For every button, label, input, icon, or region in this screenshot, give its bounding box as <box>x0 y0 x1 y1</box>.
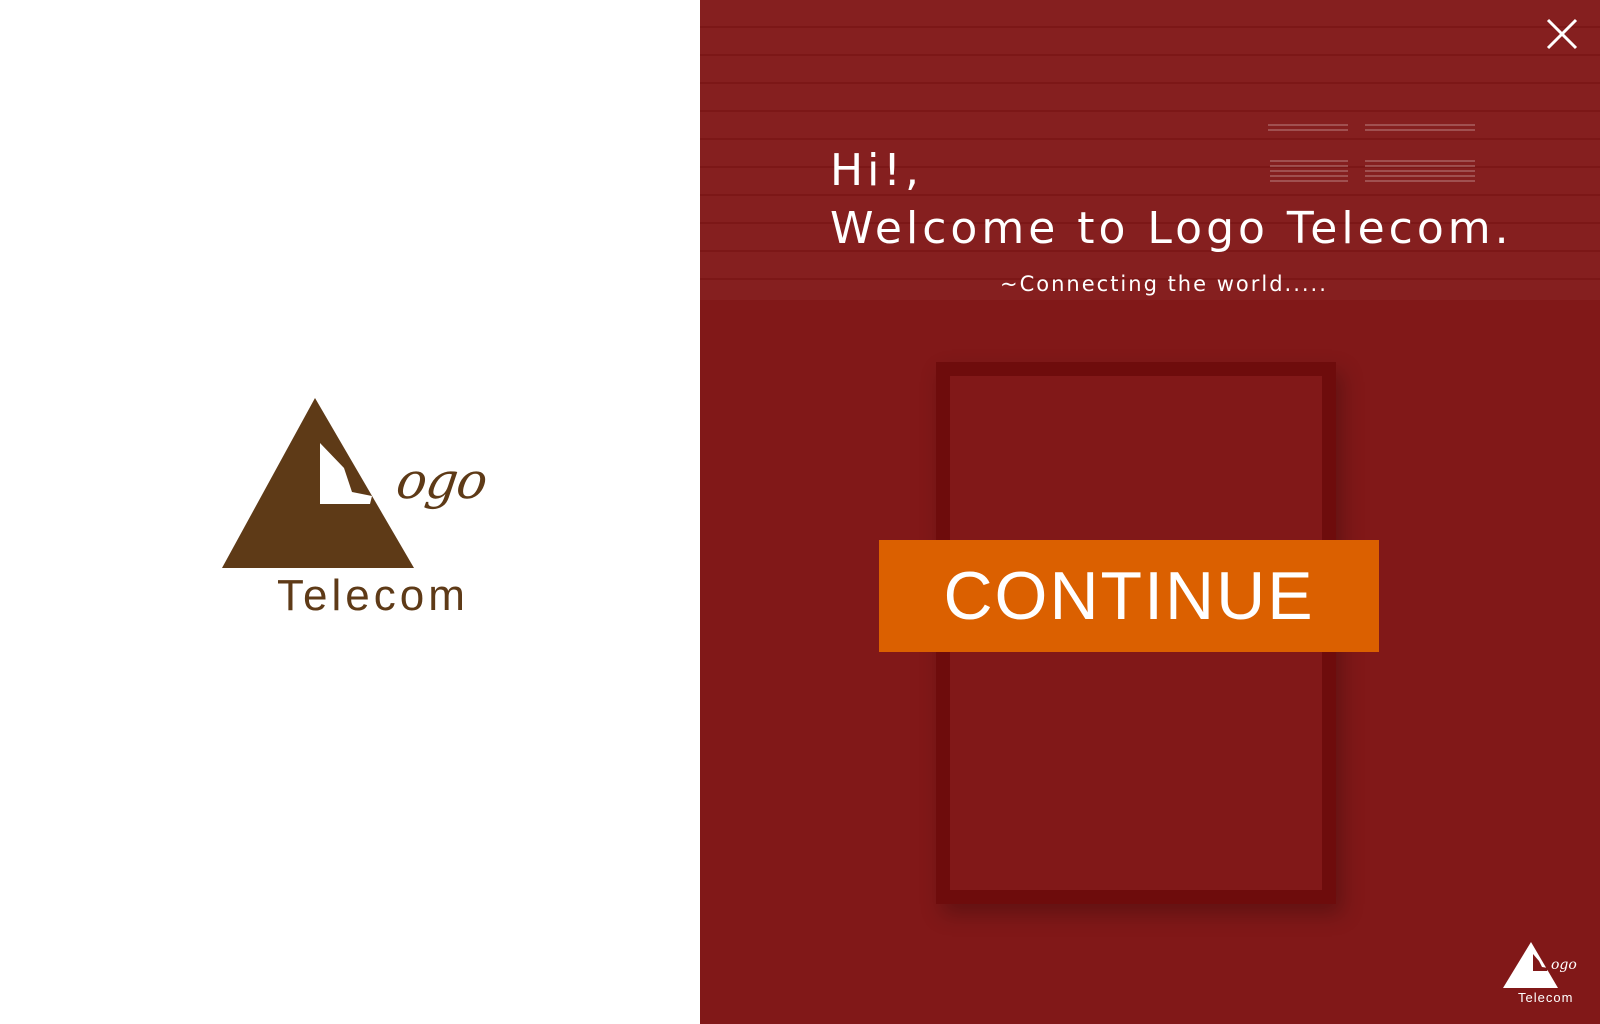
greeting-line: Hi!, <box>830 145 923 196</box>
brand-panel: ogo Telecom <box>0 0 700 1024</box>
mini-brand-script-text: ogo <box>1551 957 1577 973</box>
brand-wordmark: Telecom <box>277 571 469 620</box>
welcome-heading: Hi!, Welcome to Logo Telecom. <box>830 142 1513 258</box>
vent-decoration <box>1365 124 1475 134</box>
mini-brand-logo: ogo Telecom <box>1503 940 1579 1008</box>
mini-brand-wordmark: Telecom <box>1518 990 1574 1005</box>
welcome-panel: Hi!, Welcome to Logo Telecom. ~Connectin… <box>700 0 1600 1024</box>
vent-decoration <box>1268 124 1348 134</box>
welcome-screen: ogo Telecom Hi!, Welcome to Logo Telecom… <box>0 0 1600 1024</box>
brand-script-text: ogo <box>392 452 491 510</box>
welcome-line: Welcome to Logo Telecom. <box>830 203 1513 254</box>
brand-logo: ogo Telecom <box>222 398 490 632</box>
close-button[interactable] <box>1542 14 1582 54</box>
close-icon <box>1546 18 1578 50</box>
continue-button[interactable]: CONTINUE <box>879 540 1379 652</box>
tagline: ~Connecting the world..... <box>1000 272 1328 296</box>
